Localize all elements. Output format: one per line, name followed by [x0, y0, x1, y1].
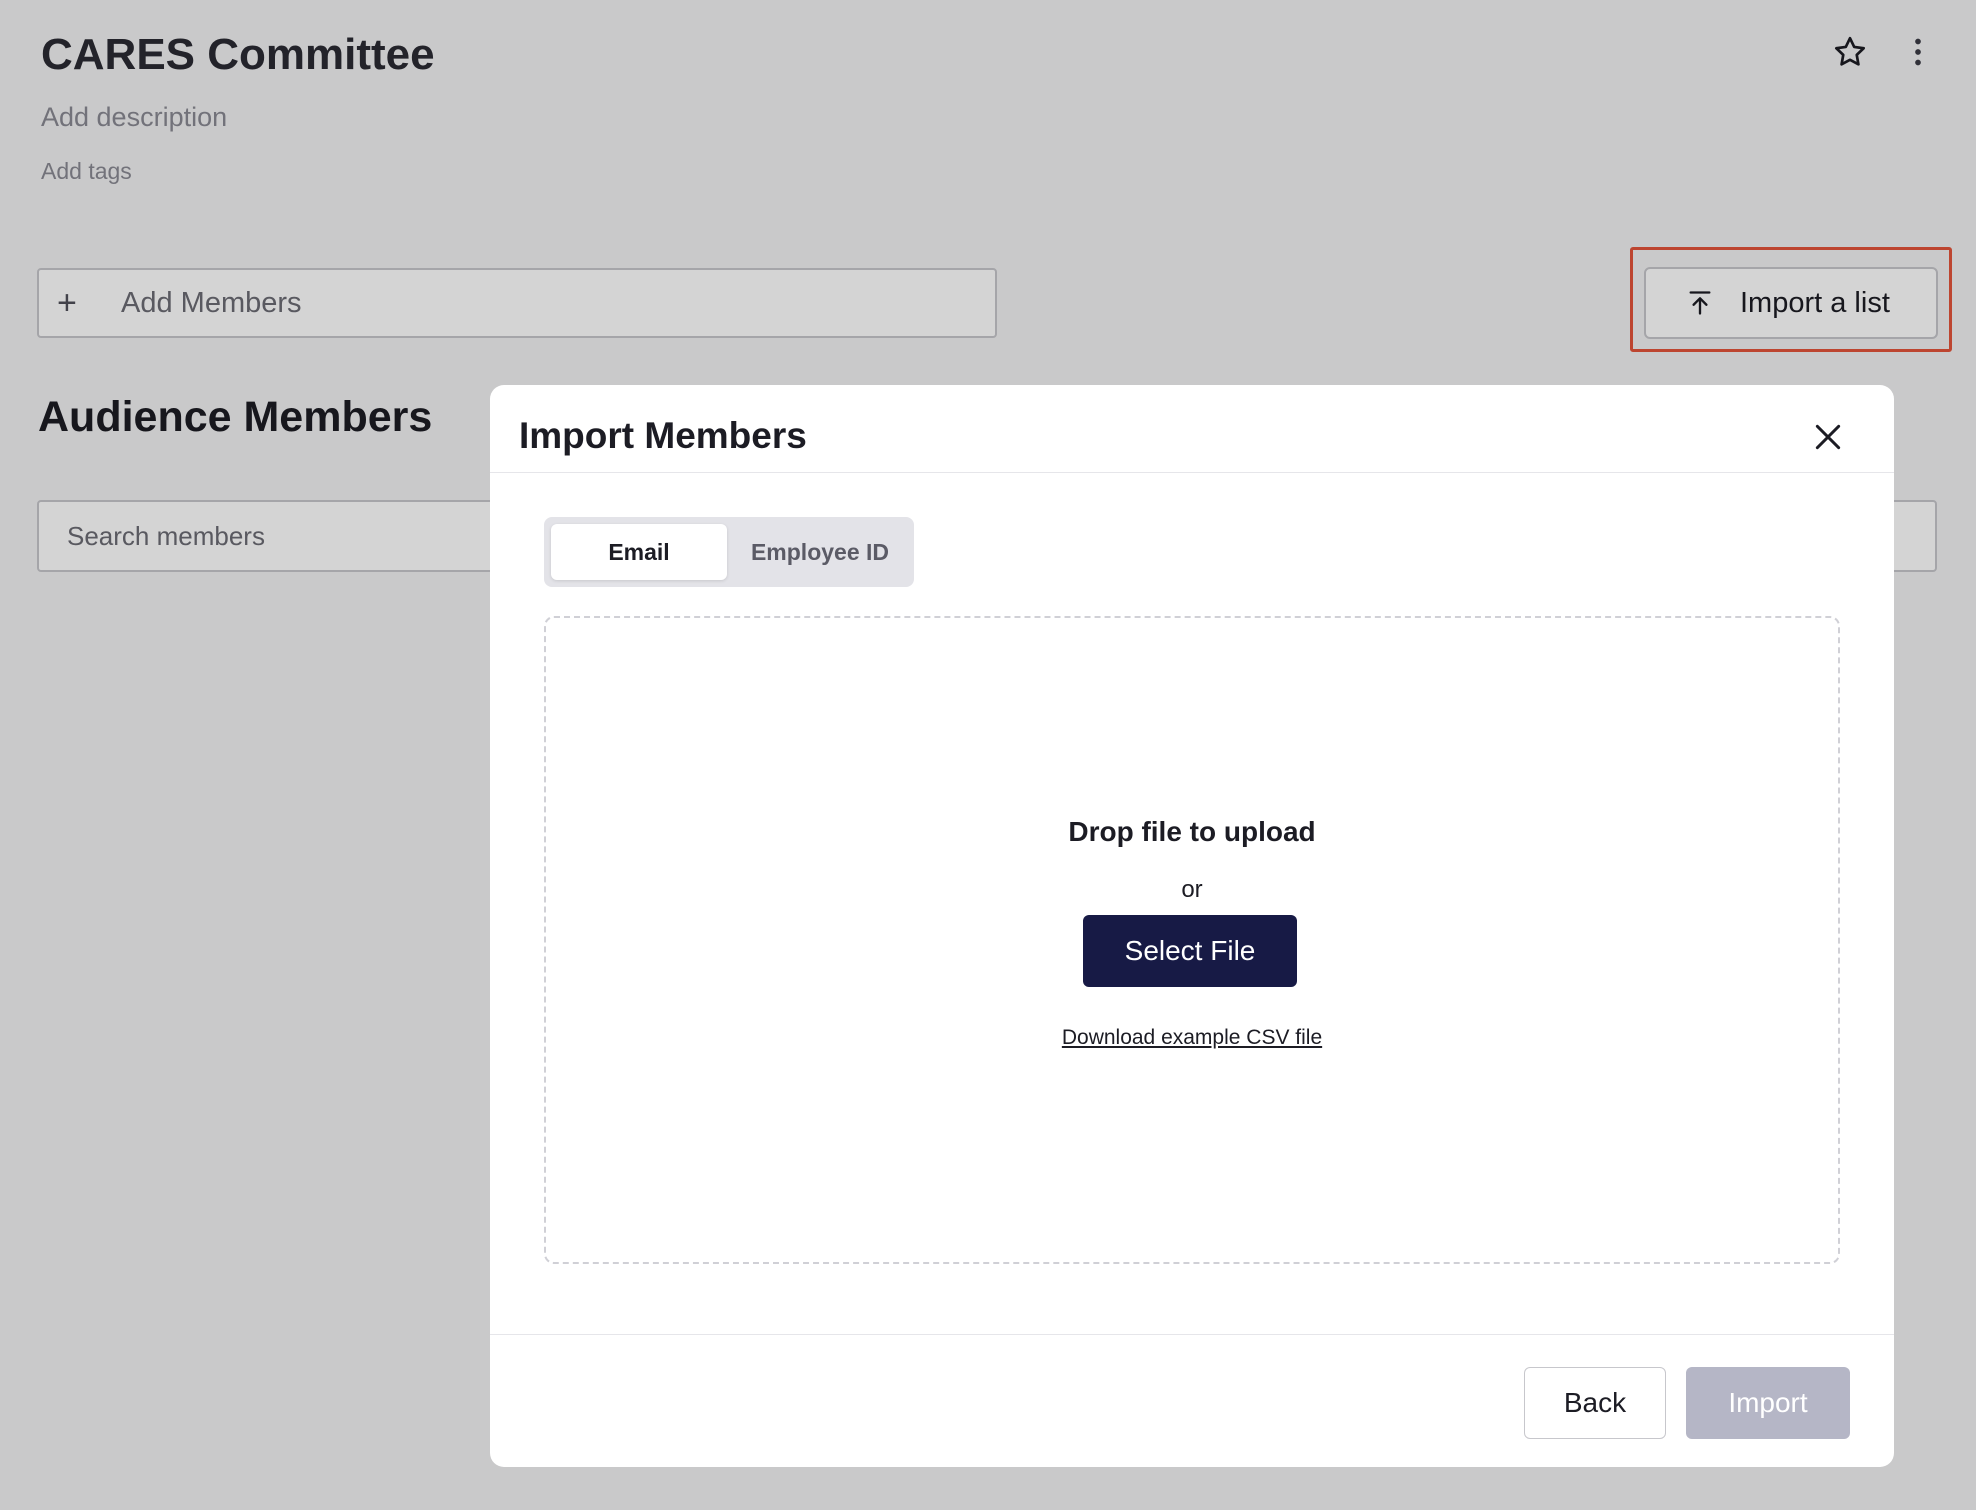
- import-button[interactable]: Import: [1686, 1367, 1850, 1439]
- modal-header: Import Members: [490, 385, 1894, 473]
- tab-email[interactable]: Email: [551, 524, 727, 580]
- modal-title: Import Members: [519, 415, 807, 456]
- select-file-button[interactable]: Select File: [1083, 915, 1297, 987]
- back-button[interactable]: Back: [1524, 1367, 1666, 1439]
- import-type-toggle: Email Employee ID: [544, 517, 914, 587]
- tab-employee-id[interactable]: Employee ID: [730, 524, 910, 580]
- file-dropzone[interactable]: Drop file to upload or Select File Downl…: [544, 616, 1840, 1264]
- close-icon[interactable]: [1812, 421, 1844, 453]
- modal-footer: Back Import: [490, 1334, 1894, 1467]
- dropzone-title: Drop file to upload: [1068, 816, 1316, 847]
- download-example-csv-link[interactable]: Download example CSV file: [546, 1026, 1838, 1050]
- import-members-modal: Import Members Email Employee ID Drop fi…: [490, 385, 1894, 1467]
- dropzone-or: or: [1181, 876, 1203, 903]
